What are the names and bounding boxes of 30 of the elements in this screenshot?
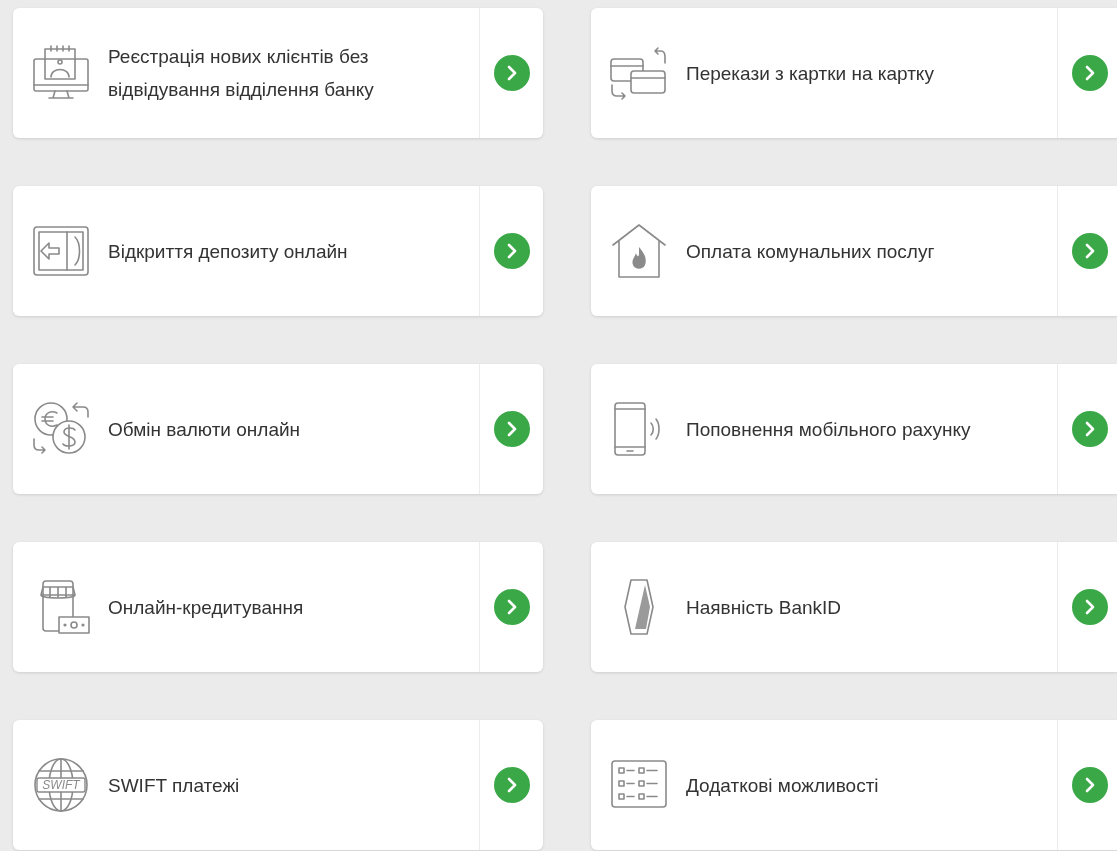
chevron-right-icon[interactable] xyxy=(493,411,530,447)
service-card[interactable]: Наявність BankID xyxy=(591,542,1117,672)
service-card[interactable]: Відкриття депозиту онлайн xyxy=(13,186,543,316)
chevron-right-icon[interactable] xyxy=(1071,233,1108,269)
chevron-right-icon[interactable] xyxy=(493,767,530,803)
service-title: Онлайн-кредитування xyxy=(108,595,305,620)
chevron-right-icon[interactable] xyxy=(1071,55,1108,91)
chevron-right-icon[interactable] xyxy=(493,55,530,91)
chevron-right-icon[interactable] xyxy=(493,233,530,269)
chevron-right-icon[interactable] xyxy=(493,589,530,625)
service-card[interactable]: Поповнення мобільного рахунку xyxy=(591,364,1117,494)
service-card[interactable]: SWIFT SWIFT платежі xyxy=(13,720,543,850)
service-title: Обмін валюти онлайн xyxy=(108,417,302,442)
service-card[interactable]: Оплата комунальних послуг xyxy=(591,186,1117,316)
service-card[interactable]: Онлайн-кредитування xyxy=(13,542,543,672)
service-card[interactable]: Перекази з картки на картку xyxy=(591,8,1117,138)
service-title: Додаткові можливості xyxy=(686,773,880,798)
service-card[interactable]: Додаткові можливості xyxy=(591,720,1117,850)
chevron-right-icon[interactable] xyxy=(1071,411,1108,447)
service-card[interactable]: Обмін валюти онлайн xyxy=(13,364,543,494)
service-title: Перекази з картки на картку xyxy=(686,61,935,86)
service-title: Поповнення мобільного рахунку xyxy=(686,417,972,442)
service-title: Оплата комунальних послуг xyxy=(686,239,936,264)
service-title: Відкриття депозиту онлайн xyxy=(108,239,349,264)
service-title: Реєстрація нових клієнтів без відвідування відділення банку xyxy=(108,45,375,102)
service-title: Наявність BankID xyxy=(686,595,843,620)
service-card[interactable]: Реєстрація нових клієнтів без відвідування відділення банку xyxy=(13,8,543,138)
chevron-right-icon[interactable] xyxy=(1071,767,1108,803)
service-title: SWIFT платежі xyxy=(108,773,241,798)
chevron-right-icon[interactable] xyxy=(1071,589,1108,625)
